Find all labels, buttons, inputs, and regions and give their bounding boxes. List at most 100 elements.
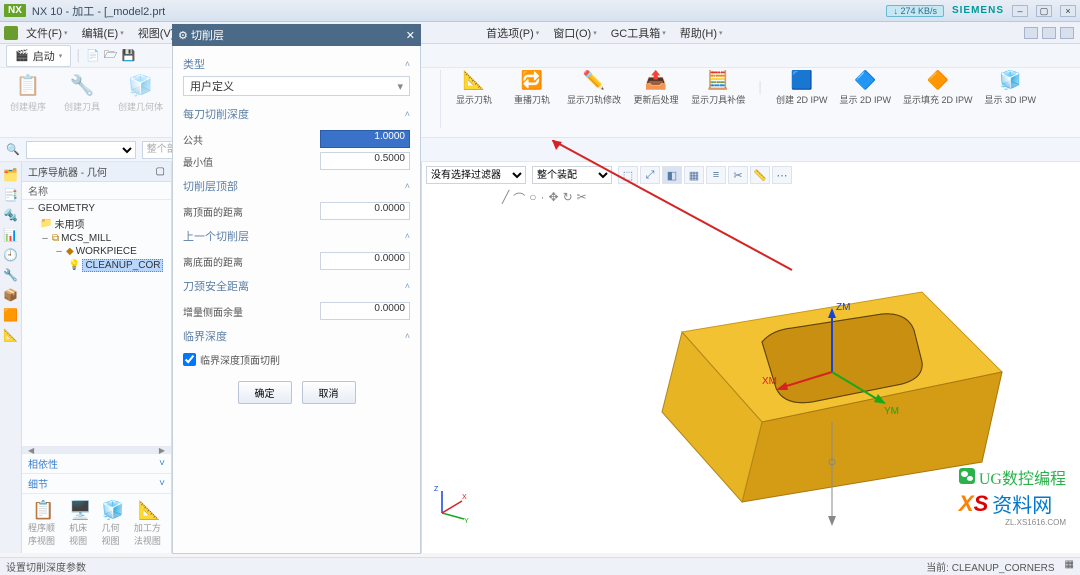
navigator-tree[interactable]: –GEOMETRY 📁未用项 –⧉MCS_MILL –◆WORKPIECE 💡C…: [22, 200, 171, 446]
undock-icon[interactable]: ▢: [156, 166, 165, 177]
filter-select[interactable]: [26, 141, 136, 159]
view-geometry[interactable]: 🧊几何视图: [102, 500, 124, 547]
section-per-cut[interactable]: 每刀切削深度˄: [183, 102, 410, 126]
ribbon-create-geometry[interactable]: 🧊 创建几何体: [112, 70, 169, 113]
chevron-down-icon: ˅: [159, 478, 165, 489]
tree-mcs[interactable]: –⧉MCS_MILL: [26, 232, 167, 245]
close-button[interactable]: ×: [1060, 5, 1076, 17]
section-type[interactable]: 类型˄: [183, 52, 410, 76]
scope-filter[interactable]: 整个装配: [532, 166, 612, 184]
input-top-dist[interactable]: 0.0000: [320, 202, 410, 220]
scroll-right-icon[interactable]: ▶: [159, 446, 165, 455]
section-top[interactable]: 切削层顶部˄: [183, 174, 410, 198]
toolbar-btn-2[interactable]: 🗁: [104, 46, 118, 65]
input-common[interactable]: 1.0000: [320, 130, 410, 148]
rtool-display-path[interactable]: 📐显示刀轨: [451, 70, 497, 106]
tbi-fit-icon[interactable]: ⤢: [640, 166, 660, 184]
ribbon-create-tool[interactable]: 🔧 创建刀具: [58, 70, 106, 113]
sketch-trim-icon[interactable]: ✂: [577, 190, 587, 207]
filter-icon[interactable]: 🔍: [6, 143, 20, 156]
status-icon[interactable]: ▦: [1065, 559, 1074, 574]
sketch-point-icon[interactable]: ·: [541, 190, 545, 207]
tbi-shade-icon[interactable]: ◧: [662, 166, 682, 184]
tab-analysis-icon[interactable]: 📊: [2, 226, 20, 244]
crit-checkbox[interactable]: [183, 353, 196, 366]
ribbon-create-program[interactable]: 📋 创建程序: [4, 70, 52, 113]
ipw-show-3d[interactable]: 🧊显示 3D IPW: [985, 70, 1037, 106]
scroll-left-icon[interactable]: ◀: [28, 446, 34, 455]
replay-icon: 🔁: [521, 70, 543, 91]
tree-geometry[interactable]: –GEOMETRY: [26, 202, 167, 215]
section-crit[interactable]: 临界深度˄: [183, 324, 410, 348]
section-prev[interactable]: 上一个切削层˄: [183, 224, 410, 248]
doc-restore-icon[interactable]: [1042, 27, 1056, 39]
view-program-order[interactable]: 📋程序顺序视图: [28, 500, 59, 547]
tab-assembly-icon[interactable]: 🔩: [2, 206, 20, 224]
menu-edit[interactable]: 编辑(E)▾: [76, 23, 130, 43]
tab-draft-icon[interactable]: 📐: [2, 326, 20, 344]
3d-viewport[interactable]: 没有选择过滤器 整个装配 ⬚ ⤢ ◧ ▦ ≡ ✂ 📏 ⋯ ╱ ⌒ ○ · ✥ ↻…: [422, 162, 1080, 553]
tbi-select-icon[interactable]: ⬚: [618, 166, 638, 184]
rtool-comp[interactable]: 🧮显示刀具补偿: [691, 70, 745, 106]
sketch-rotate-icon[interactable]: ↻: [563, 190, 573, 207]
view-machine[interactable]: 🖥️机床视图: [69, 500, 91, 547]
ipw-show-2d[interactable]: 🔷显示 2D IPW: [839, 70, 891, 106]
menu-gc[interactable]: GC工具箱▾: [605, 23, 672, 43]
tab-part-icon[interactable]: 📦: [2, 286, 20, 304]
rtool-modify[interactable]: ✏️显示刀轨修改: [567, 70, 621, 106]
machine-icon: 🖥️: [69, 500, 91, 521]
tbi-more-icon[interactable]: ⋯: [772, 166, 792, 184]
view-method[interactable]: 📐加工方法视图: [134, 500, 165, 547]
tab-tool-icon[interactable]: 🔧: [2, 266, 20, 284]
type-dropdown[interactable]: 用户定义▾: [183, 76, 410, 96]
tbi-clip-icon[interactable]: ✂: [728, 166, 748, 184]
tbi-wire-icon[interactable]: ▦: [684, 166, 704, 184]
dialog-header[interactable]: ⚙ 切削层 ✕: [172, 24, 421, 46]
ipw-fill-2d[interactable]: 🔶显示填充 2D IPW: [903, 70, 973, 106]
ok-button[interactable]: 确定: [238, 381, 292, 404]
tbi-layer-icon[interactable]: ≡: [706, 166, 726, 184]
cancel-button[interactable]: 取消: [302, 381, 356, 404]
rtool-post[interactable]: 📤更新后处理: [633, 70, 679, 106]
rtool-replay[interactable]: 🔁重播刀轨: [509, 70, 555, 106]
menu-window[interactable]: 窗口(O)▾: [547, 23, 602, 43]
section-neck[interactable]: 刀颈安全距离˄: [183, 274, 410, 298]
title-bar: NX NX 10 - 加工 - [_model2.prt ↓ 274 KB/s …: [0, 0, 1080, 22]
sketch-move-icon[interactable]: ✥: [549, 190, 559, 207]
ipw-create-2d[interactable]: 🟦创建 2D IPW: [776, 70, 828, 106]
tab-navigator-icon[interactable]: 🗂️: [2, 166, 20, 184]
start-chip[interactable]: 🎬 启动▾: [6, 45, 71, 67]
start-toolbar: 🎬 启动▾ │ 📄 🗁 💾: [0, 44, 1080, 68]
toolbar-btn-1[interactable]: 📄: [86, 49, 100, 62]
minimize-button[interactable]: –: [1012, 5, 1028, 17]
doc-close-icon[interactable]: [1060, 27, 1074, 39]
tab-machining-icon[interactable]: 🟧: [2, 306, 20, 324]
tab-feature-icon[interactable]: 📑: [2, 186, 20, 204]
tool-icon: 🔧: [67, 70, 97, 100]
maximize-button[interactable]: ▢: [1036, 5, 1052, 17]
crit-checkbox-row[interactable]: 临界深度顶面切削: [183, 352, 410, 367]
tab-history-icon[interactable]: 🕘: [2, 246, 20, 264]
menu-file[interactable]: 文件(F)▾: [20, 23, 74, 43]
left-tab-strip: 🗂️ 📑 🔩 📊 🕘 🔧 📦 🟧 📐: [0, 162, 22, 553]
program-order-icon: 📋: [32, 500, 54, 521]
menu-preferences[interactable]: 首选项(P)▾: [480, 23, 545, 43]
tbi-measure-icon[interactable]: 📏: [750, 166, 770, 184]
navigator-header: 工序导航器 - 几何 ▢: [22, 162, 171, 182]
sketch-line-icon[interactable]: ╱: [502, 190, 509, 207]
input-prev-dist[interactable]: 0.0000: [320, 252, 410, 270]
input-incr[interactable]: 0.0000: [320, 302, 410, 320]
sketch-circle-icon[interactable]: ○: [529, 190, 536, 207]
accordion-dependency[interactable]: 相依性˅: [22, 453, 171, 473]
tree-unused[interactable]: 📁未用项: [26, 215, 167, 232]
tree-workpiece[interactable]: –◆WORKPIECE: [26, 245, 167, 258]
tree-cleanup-corners[interactable]: 💡CLEANUP_COR: [26, 258, 167, 273]
toolbar-btn-3[interactable]: 💾: [121, 49, 135, 62]
doc-min-icon[interactable]: [1024, 27, 1038, 39]
menu-help[interactable]: 帮助(H)▾: [674, 23, 729, 43]
sketch-arc-icon[interactable]: ⌒: [513, 190, 525, 207]
input-min[interactable]: 0.5000: [320, 152, 410, 170]
selection-filter[interactable]: 没有选择过滤器: [426, 166, 526, 184]
dialog-close-icon[interactable]: ✕: [406, 29, 415, 42]
accordion-detail[interactable]: 细节˅: [22, 473, 171, 493]
